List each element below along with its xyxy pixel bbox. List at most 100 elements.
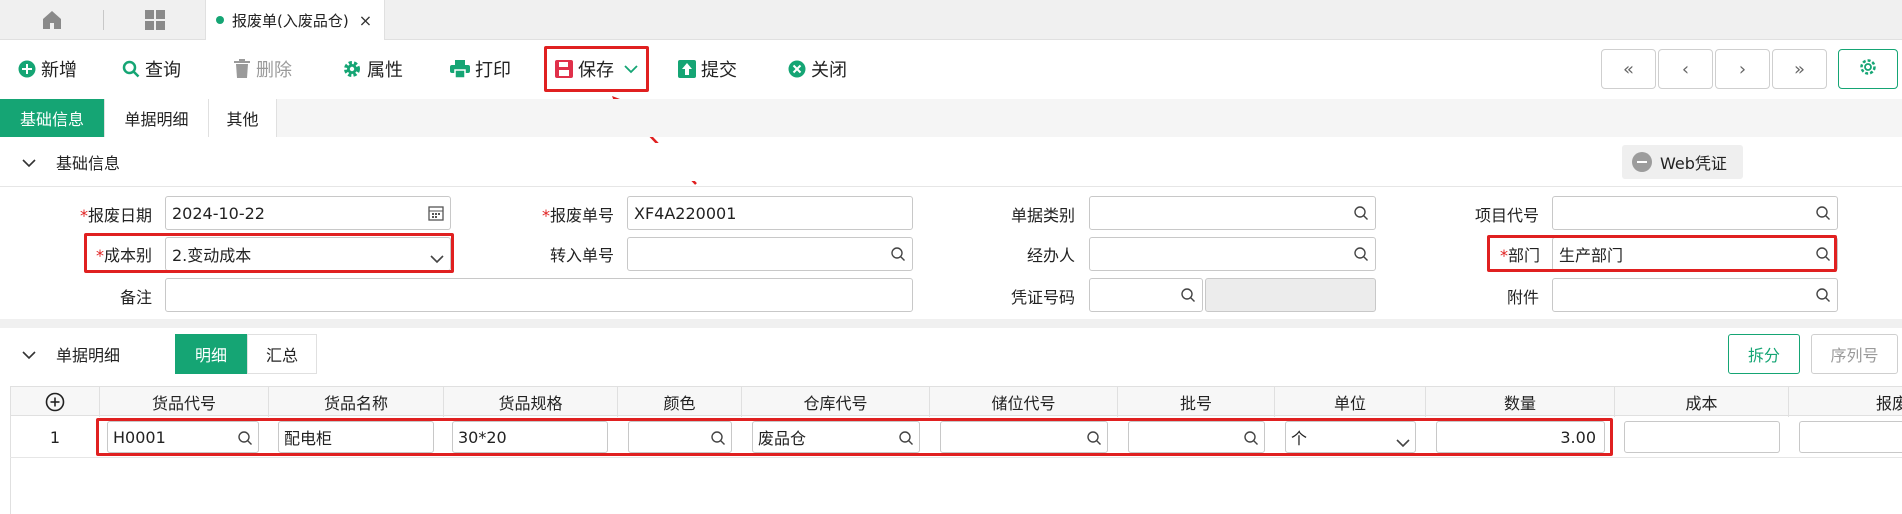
voucher-no-field[interactable] bbox=[1089, 278, 1203, 312]
department-highlight-box bbox=[1487, 235, 1837, 272]
basic-info-header[interactable]: 基础信息 bbox=[0, 143, 1902, 181]
gear-icon bbox=[342, 59, 362, 79]
settings-gear-icon bbox=[1858, 57, 1878, 81]
divider bbox=[0, 186, 1902, 187]
tab-bar: 报废单(入废品仓) × bbox=[0, 0, 1902, 40]
scrap-no-field[interactable]: XF4A220001 bbox=[627, 196, 913, 230]
search-icon[interactable] bbox=[1353, 205, 1369, 225]
tab-scrap-order[interactable]: 报废单(入废品仓) × bbox=[205, 0, 385, 40]
col-color[interactable]: 颜色 bbox=[618, 387, 742, 417]
print-button[interactable]: 打印 bbox=[450, 54, 511, 84]
col-item-spec[interactable]: 货品规格 bbox=[444, 387, 618, 417]
row-highlight-box bbox=[96, 418, 1613, 456]
scrap-no-value: XF4A220001 bbox=[634, 203, 737, 223]
search-icon[interactable] bbox=[890, 246, 906, 266]
prev-record-button[interactable]: ‹ bbox=[1658, 49, 1713, 89]
row-number: 1 bbox=[49, 427, 61, 447]
col-scrap[interactable]: 报废 bbox=[1789, 387, 1902, 417]
web-voucher-label: Web凭证 bbox=[1660, 154, 1727, 173]
calendar-icon[interactable] bbox=[428, 205, 444, 225]
tab-label: 报废单(入废品仓) bbox=[232, 11, 349, 30]
scrap-no-label: *报废单号 bbox=[541, 206, 614, 225]
close-button[interactable]: 关闭 bbox=[788, 54, 847, 84]
project-code-label: 项目代号 bbox=[1474, 206, 1539, 225]
cell-scrap[interactable] bbox=[1799, 421, 1902, 453]
search-icon[interactable] bbox=[1815, 287, 1831, 307]
print-label: 打印 bbox=[475, 60, 511, 81]
query-label: 查询 bbox=[145, 60, 181, 81]
attachment-label: 附件 bbox=[1506, 288, 1539, 307]
serial-no-button[interactable]: 序列号 bbox=[1811, 334, 1898, 374]
add-row-icon[interactable] bbox=[10, 387, 100, 417]
project-code-field[interactable] bbox=[1552, 196, 1838, 230]
basic-info-title: 基础信息 bbox=[56, 154, 121, 173]
attachment-field[interactable] bbox=[1552, 278, 1838, 312]
voucher-no-extra-field bbox=[1205, 278, 1376, 312]
home-icon[interactable] bbox=[40, 8, 64, 32]
chevron-down-icon bbox=[22, 345, 36, 364]
active-dot bbox=[216, 16, 224, 24]
tab-doc-details[interactable]: 单据明细 bbox=[105, 99, 209, 137]
voucher-no-label: 凭证号码 bbox=[1010, 288, 1075, 307]
tab-other[interactable]: 其他 bbox=[209, 99, 277, 137]
section-gap bbox=[0, 319, 1902, 328]
col-warehouse[interactable]: 仓库代号 bbox=[742, 387, 930, 417]
transfer-no-field[interactable] bbox=[627, 237, 913, 271]
printer-icon bbox=[450, 60, 470, 78]
last-record-button[interactable]: » bbox=[1772, 49, 1827, 89]
scrap-date-field[interactable]: 2024-10-22 bbox=[165, 196, 451, 230]
col-quantity[interactable]: 数量 bbox=[1426, 387, 1615, 417]
close-circle-icon bbox=[788, 60, 806, 78]
transfer-no-label: 转入单号 bbox=[549, 246, 614, 265]
delete-label: 删除 bbox=[256, 60, 292, 81]
col-item-code[interactable]: 货品代号 bbox=[100, 387, 269, 417]
delete-button[interactable]: 删除 bbox=[233, 54, 292, 84]
sub-tab-bar: 基础信息 单据明细 其他 bbox=[0, 99, 1902, 137]
scrap-date-value: 2024-10-22 bbox=[172, 203, 265, 223]
doc-type-field[interactable] bbox=[1089, 196, 1376, 230]
tab-divider bbox=[103, 10, 104, 30]
tab-basic-info[interactable]: 基础信息 bbox=[0, 99, 105, 137]
close-tab-icon[interactable]: × bbox=[359, 11, 372, 30]
properties-button[interactable]: 属性 bbox=[342, 54, 403, 84]
properties-label: 属性 bbox=[367, 60, 403, 81]
submit-label: 提交 bbox=[701, 60, 737, 81]
search-icon[interactable] bbox=[1815, 205, 1831, 225]
chevron-down-icon bbox=[22, 153, 36, 172]
new-label: 新增 bbox=[41, 60, 77, 81]
next-record-button[interactable]: › bbox=[1715, 49, 1770, 89]
first-record-button[interactable]: « bbox=[1601, 49, 1656, 89]
search-icon[interactable] bbox=[1353, 246, 1369, 266]
query-button[interactable]: 查询 bbox=[122, 54, 181, 84]
handler-field[interactable] bbox=[1089, 237, 1376, 271]
new-button[interactable]: 新增 bbox=[18, 54, 77, 84]
col-unit[interactable]: 单位 bbox=[1275, 387, 1426, 417]
col-cost[interactable]: 成本 bbox=[1615, 387, 1789, 417]
grid-icon[interactable] bbox=[143, 8, 167, 32]
trash-icon bbox=[233, 59, 251, 79]
minus-circle-icon bbox=[1632, 152, 1652, 172]
col-batch[interactable]: 批号 bbox=[1118, 387, 1275, 417]
cost-highlight-box bbox=[84, 233, 454, 273]
search-icon bbox=[122, 60, 140, 78]
tab-detail[interactable]: 明细 bbox=[175, 334, 247, 374]
grid-header: 货品代号 货品名称 货品规格 颜色 仓库代号 储位代号 批号 单位 数量 成本 … bbox=[10, 386, 1902, 417]
scrap-date-label: *报废日期 bbox=[79, 206, 152, 225]
upload-icon bbox=[678, 60, 696, 78]
col-location[interactable]: 储位代号 bbox=[930, 387, 1118, 417]
doc-type-label: 单据类别 bbox=[1010, 206, 1075, 225]
doc-details-title: 单据明细 bbox=[56, 346, 121, 365]
remark-label: 备注 bbox=[119, 288, 152, 307]
submit-button[interactable]: 提交 bbox=[678, 54, 737, 84]
close-label: 关闭 bbox=[811, 60, 847, 81]
row-divider bbox=[10, 457, 1902, 458]
cell-cost[interactable] bbox=[1624, 421, 1780, 453]
settings-button[interactable] bbox=[1838, 49, 1898, 89]
col-item-name[interactable]: 货品名称 bbox=[269, 387, 444, 417]
remark-field[interactable] bbox=[165, 278, 913, 312]
tab-summary[interactable]: 汇总 bbox=[247, 334, 317, 374]
split-button[interactable]: 拆分 bbox=[1728, 334, 1800, 374]
plus-circle-icon bbox=[18, 60, 36, 78]
search-icon[interactable] bbox=[1180, 287, 1196, 307]
web-voucher-button[interactable]: Web凭证 bbox=[1622, 145, 1743, 179]
